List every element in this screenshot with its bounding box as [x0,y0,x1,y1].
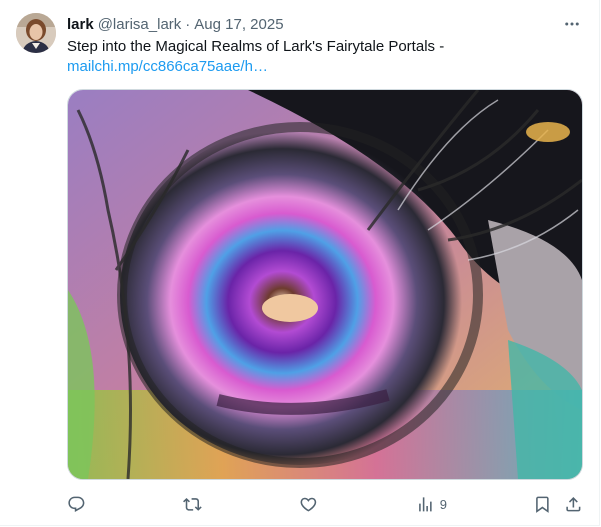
tweet-card[interactable]: lark @larisa_lark · Aug 17, 2025 Step in… [0,0,600,526]
reply-button[interactable] [67,492,86,516]
views-chart-icon [419,496,432,512]
action-bar: 9 [67,492,583,516]
tweet-body: Step into the Magical Realms of Lark's F… [67,38,445,55]
retweet-icon [183,497,202,511]
tweet-text: Step into the Magical Realms of Lark's F… [67,37,582,77]
media-painting [68,90,582,479]
views-button[interactable]: 9 [416,492,447,516]
share-icon [566,496,581,512]
more-button[interactable] [561,13,583,35]
tweet-header: lark @larisa_lark · Aug 17, 2025 [67,14,284,34]
reply-icon [68,496,85,512]
bookmark-icon [536,496,549,513]
tweet-media[interactable] [67,89,583,480]
avatar-photo [16,13,56,53]
header-separator: · [185,15,191,33]
retweet-button[interactable] [183,492,202,516]
more-dots-icon [565,22,579,26]
author-handle[interactable]: @larisa_lark [98,16,182,33]
avatar[interactable] [16,13,56,53]
share-button[interactable] [564,492,583,516]
like-button[interactable] [299,492,318,516]
tweet-date[interactable]: Aug 17, 2025 [194,16,283,33]
author-name[interactable]: lark [67,16,94,33]
views-count: 9 [439,496,447,512]
heart-icon [300,497,317,512]
bookmark-button[interactable] [533,492,552,516]
tweet-link[interactable]: mailchi.mp/cc866ca75aae/h… [67,57,582,77]
